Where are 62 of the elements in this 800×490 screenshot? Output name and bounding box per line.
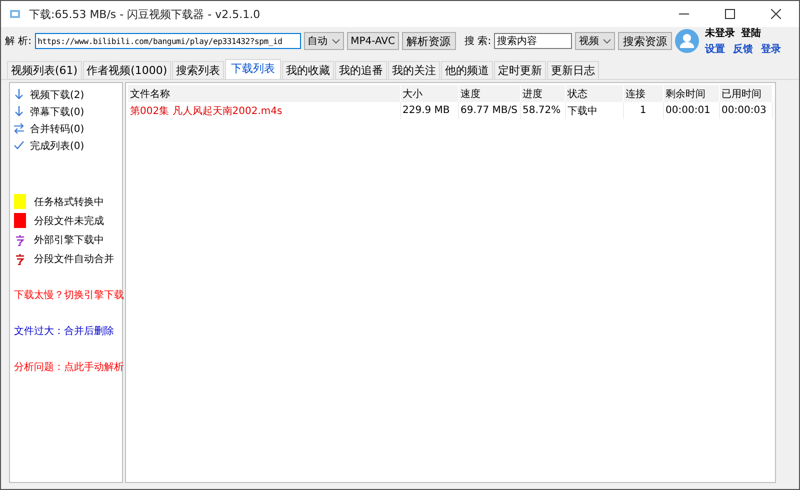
login-hint: 登陆 [741,26,761,40]
sidebar-item[interactable]: 合并转码(0) [30,122,84,136]
mode-dropdown[interactable]: 自动 [304,32,344,50]
parse-button[interactable]: 解析资源 [402,32,456,50]
tab[interactable]: 我的关注 [388,61,440,79]
legend-label: 分段文件未完成 [34,214,104,228]
table-cell: 229.9 MB [400,102,458,119]
column-header[interactable]: 状态 [565,85,623,102]
caret-icon [332,38,340,44]
table-cell: 00:00:03 [719,102,772,119]
help-link[interactable]: 分析问题：点此手动解析 [14,360,122,374]
column-header[interactable]: 已用时间 [719,85,772,102]
window-title: 下载:65.53 MB/s - 闪豆视频下载器 - v2.5.1.0 [29,6,260,22]
check-icon [14,140,24,151]
tab[interactable]: 作者视频(1000) [82,61,172,79]
sidebar-item[interactable]: 视频下载(2) [30,88,84,102]
search-field[interactable]: 搜索内容 [494,33,572,49]
close-icon[interactable] [771,9,781,19]
help-link[interactable]: 下载太慢？切换引擎下载 [14,288,122,302]
column-header[interactable]: 速度 [458,85,520,102]
app-icon [9,8,21,20]
table-cell: 下载中 [565,102,623,119]
tab[interactable]: 搜索列表 [172,61,224,79]
tab[interactable]: 他的频道 [441,61,494,79]
account-link[interactable]: 反馈 [733,42,753,56]
tab[interactable]: 定时更新 [494,61,546,79]
down-arrow-icon [14,89,24,100]
maximize-icon[interactable] [725,9,735,19]
account-link[interactable]: 登录 [761,42,781,56]
sidebar-item[interactable]: 完成列表(0) [30,138,84,152]
column-header[interactable]: 进度 [520,85,565,102]
tab[interactable]: 视频列表(61) [7,61,82,79]
help-link[interactable]: 文件过大：合并后删除 [14,324,122,338]
down-arrow-icon [14,106,24,117]
table-cell: 第002集 凡人风起天南2002.m4s [128,102,400,119]
swap-arrows-icon [14,123,24,134]
avatar-icon[interactable] [675,29,699,53]
tab[interactable]: 我的追番 [335,61,388,79]
legend-label: 分段文件自动合并 [34,252,114,266]
column-header[interactable]: 连接 [623,85,663,102]
tab[interactable]: 我的收藏 [282,61,334,79]
url-field[interactable]: https://www.bilibili.com/bangumi/play/ep331432?spm_id [34,33,301,49]
column-header[interactable]: 文件名称 [128,85,400,102]
column-header[interactable]: 剩余时间 [663,85,719,102]
column-header[interactable]: 大小 [400,85,458,102]
tab[interactable]: 更新日志 [547,61,600,79]
account-link[interactable]: 设置 [705,42,725,56]
table-cell: 58.72% [520,102,565,119]
sidebar-item[interactable]: 弹幕下载(0) [30,104,84,118]
login-status: 未登录 [705,26,735,40]
caret-icon [603,38,611,44]
search-button[interactable]: 搜索资源 [618,32,672,50]
table-cell: 00:00:01 [663,102,719,119]
codec-dropdown[interactable]: MP4-AVC [346,32,399,50]
parse-label: 解 析: [5,34,32,48]
tab[interactable]: 下载列表 [225,59,282,79]
search-label: 搜 索: [464,34,492,48]
table-cell: 1 [623,102,663,119]
type-dropdown[interactable]: 视频 [575,32,615,50]
legend-label: 任务格式转换中 [34,196,104,208]
table-cell: 69.77 MB/S [458,102,520,119]
legend-label: 外部引擎下载中 [34,234,104,246]
